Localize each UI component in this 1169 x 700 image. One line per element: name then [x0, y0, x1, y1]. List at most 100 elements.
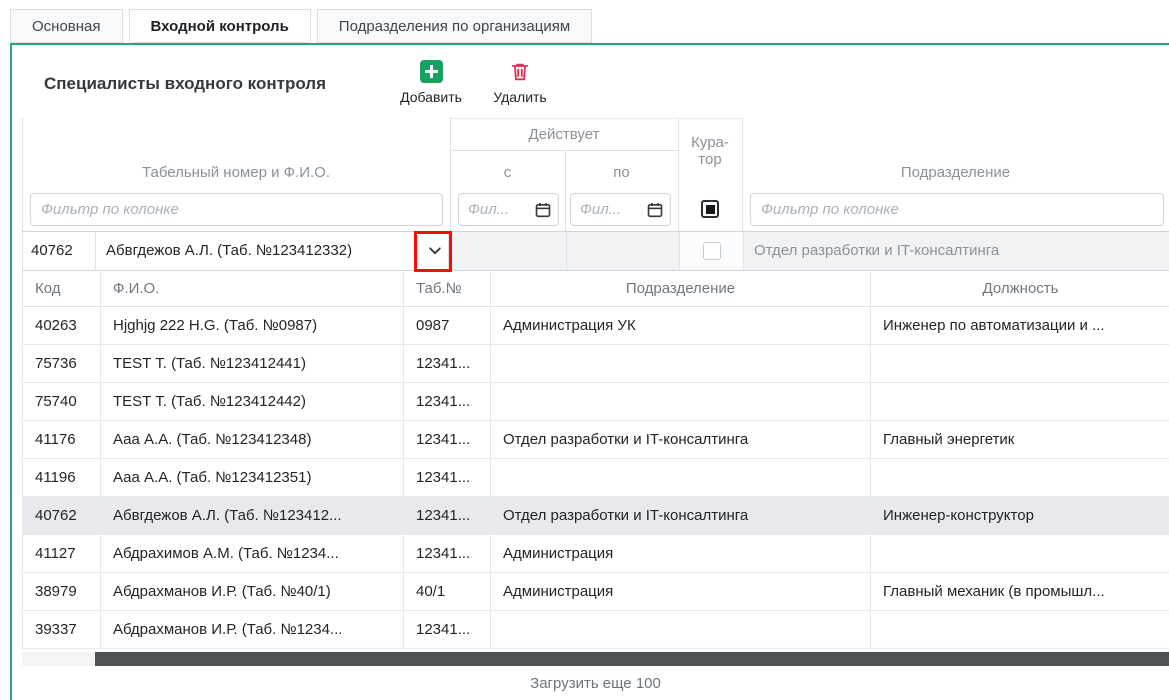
dropdown-row[interactable]: 75740 TEST Т. (Таб. №123412442) 12341... — [22, 383, 1169, 421]
delete-button-label: Удалить — [493, 89, 546, 105]
input-control-panel: Специалисты входного контроля Добавить У… — [10, 43, 1169, 700]
tab-departments-by-organizations[interactable]: Подразделения по организациям — [317, 9, 592, 43]
cell-name: Ааа А.А. (Таб. №123412351) — [101, 459, 404, 497]
cell-tab: 12341... — [404, 497, 491, 535]
column-header-department: Подразделение — [742, 164, 1169, 181]
dropdown-header-department: Подразделение — [491, 272, 871, 307]
edit-row-valid-from — [448, 232, 566, 270]
cell-department: Администрация — [491, 573, 871, 611]
cell-position — [871, 535, 1169, 573]
dropdown-row[interactable]: 41196 Ааа А.А. (Таб. №123412351) 12341..… — [22, 459, 1169, 497]
dropdown-header-code: Код — [23, 272, 101, 307]
dropdown-row[interactable]: 39337 Абдрахманов И.Р. (Таб. №1234... 12… — [22, 611, 1169, 649]
cell-tab: 12341... — [404, 383, 491, 421]
add-button-label: Добавить — [400, 89, 462, 105]
cell-code: 40263 — [23, 307, 101, 345]
dropdown-row[interactable]: 38979 Абдрахманов И.Р. (Таб. №40/1) 40/1… — [22, 573, 1169, 611]
add-button[interactable]: Добавить — [389, 60, 473, 105]
edit-row-curator — [679, 232, 743, 270]
cell-tab: 12341... — [404, 611, 491, 649]
cell-department — [491, 383, 871, 421]
panel-title: Специалисты входного контроля — [44, 74, 326, 94]
cell-department: Отдел разработки и IT-консалтинга — [491, 421, 871, 459]
tab-main[interactable]: Основная — [10, 9, 123, 43]
cell-department: Отдел разработки и IT-консалтинга — [491, 497, 871, 535]
cell-position — [871, 611, 1169, 649]
cell-name: Абдрахманов И.Р. (Таб. №40/1) — [101, 573, 404, 611]
cell-tab: 12341... — [404, 345, 491, 383]
cell-name: TEST Т. (Таб. №123412441) — [101, 345, 404, 383]
cell-name: Hjghjg 222 H.G. (Таб. №0987) — [101, 307, 404, 345]
dropdown-row[interactable]: 41176 Ааа А.А. (Таб. №123412348) 12341..… — [22, 421, 1169, 459]
cell-position: Инженер по автоматизации и ... — [871, 307, 1169, 345]
column-header-valid-to: по — [565, 164, 678, 181]
annotation-highlight — [414, 231, 452, 272]
filter-valid-from-field[interactable] — [468, 201, 531, 218]
scrollbar-thumb[interactable] — [95, 652, 1169, 666]
edit-row-curator-checkbox[interactable] — [703, 242, 721, 260]
cell-tab: 40/1 — [404, 573, 491, 611]
column-header-curator: Кура- тор — [678, 134, 742, 168]
filter-department-input[interactable] — [750, 193, 1164, 226]
divider — [565, 150, 566, 231]
trash-icon — [509, 60, 531, 83]
edit-row-name[interactable]: Абвгдежов А.Л. (Таб. №123412332) — [96, 232, 421, 270]
column-header-valid-from: с — [450, 164, 565, 181]
dropdown-row[interactable]: 41127 Абдрахимов А.М. (Таб. №1234... 123… — [22, 535, 1169, 573]
cell-name: TEST Т. (Таб. №123412442) — [101, 383, 404, 421]
edit-row: 40762 Абвгдежов А.Л. (Таб. №123412332) О… — [22, 232, 1169, 271]
cell-code: 41196 — [23, 459, 101, 497]
cell-name: Абдрахманов И.Р. (Таб. №1234... — [101, 611, 404, 649]
cell-name: Абвгдежов А.Л. (Таб. №123412... — [101, 497, 404, 535]
edit-row-valid-to — [566, 232, 679, 270]
cell-code: 75740 — [23, 383, 101, 421]
cell-code: 41176 — [23, 421, 101, 459]
cell-name: Абдрахимов А.М. (Таб. №1234... — [101, 535, 404, 573]
edit-row-code[interactable]: 40762 — [23, 232, 96, 270]
dropdown-header-name: Ф.И.О. — [101, 272, 404, 307]
cell-position: Главный механик (в промышл... — [871, 573, 1169, 611]
cell-position: Главный энергетик — [871, 421, 1169, 459]
cell-code: 41127 — [23, 535, 101, 573]
filter-valid-from-input[interactable] — [458, 193, 559, 226]
filter-valid-to-field[interactable] — [580, 201, 643, 218]
cell-tab: 12341... — [404, 421, 491, 459]
dropdown-row-selected[interactable]: 40762 Абвгдежов А.Л. (Таб. №123412... 12… — [22, 497, 1169, 535]
dropdown-header: Код Ф.И.О. Таб.№ Подразделение Должность — [22, 272, 1169, 307]
curator-header-line2: тор — [698, 151, 721, 168]
cell-department: Администрация — [491, 535, 871, 573]
cell-position — [871, 345, 1169, 383]
cell-code: 75736 — [23, 345, 101, 383]
filter-personnel-input[interactable] — [30, 193, 443, 226]
cell-code: 38979 — [23, 573, 101, 611]
cell-department: Администрация УК — [491, 307, 871, 345]
cell-tab: 0987 — [404, 307, 491, 345]
cell-department — [491, 611, 871, 649]
load-more-button[interactable]: Загрузить еще 100 — [22, 668, 1169, 700]
divider — [450, 150, 678, 151]
cell-code: 40762 — [23, 497, 101, 535]
dropdown-header-tab: Таб.№ — [404, 272, 491, 307]
cell-department — [491, 345, 871, 383]
filter-curator-checkbox[interactable] — [701, 200, 719, 218]
calendar-icon[interactable] — [535, 202, 551, 218]
tab-bar: Основная Входной контроль Подразделения … — [10, 9, 592, 43]
cell-position — [871, 459, 1169, 497]
cell-code: 39337 — [23, 611, 101, 649]
column-header-personnel: Табельный номер и Ф.И.О. — [22, 164, 450, 181]
cell-tab: 12341... — [404, 535, 491, 573]
divider — [450, 118, 742, 119]
cell-position: Инженер-конструктор — [871, 497, 1169, 535]
dropdown-row[interactable]: 40263 Hjghjg 222 H.G. (Таб. №0987) 0987 … — [22, 307, 1169, 345]
tab-input-control[interactable]: Входной контроль — [129, 9, 311, 43]
dropdown-row[interactable]: 75736 TEST Т. (Таб. №123412441) 12341... — [22, 345, 1169, 383]
filter-valid-to-input[interactable] — [570, 193, 671, 226]
delete-button[interactable]: Удалить — [482, 60, 558, 105]
horizontal-scrollbar[interactable] — [22, 652, 1169, 666]
edit-row-department: Отдел разработки и IT-консалтинга — [743, 232, 1169, 270]
calendar-icon[interactable] — [647, 202, 663, 218]
cell-tab: 12341... — [404, 459, 491, 497]
cell-position — [871, 383, 1169, 421]
dropdown-header-position: Должность — [871, 272, 1169, 307]
cell-name: Ааа А.А. (Таб. №123412348) — [101, 421, 404, 459]
